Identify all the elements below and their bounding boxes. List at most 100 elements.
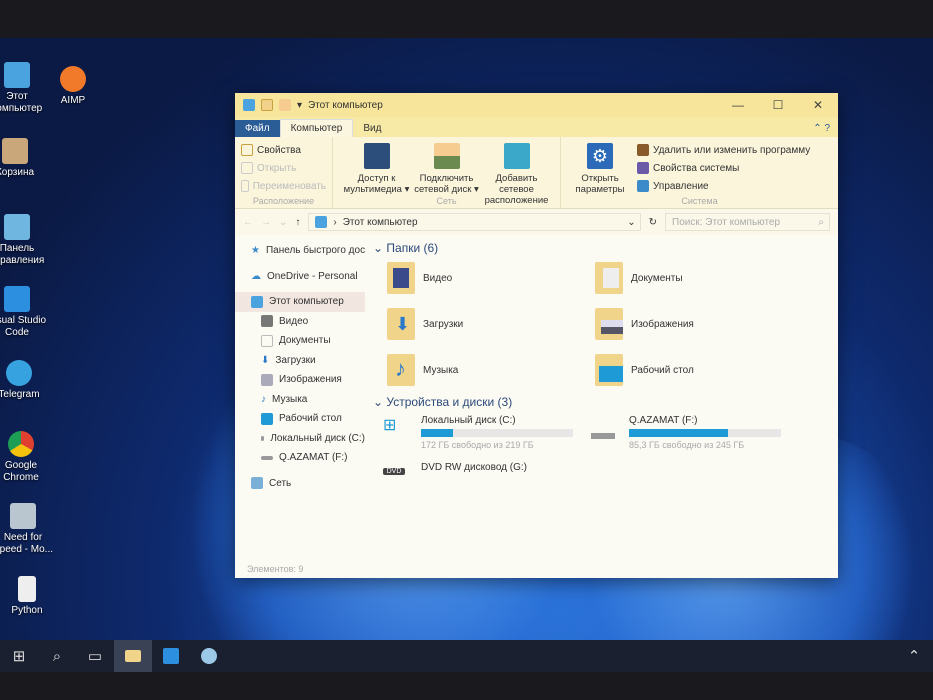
nav-pictures[interactable]: Изображения [235, 370, 365, 390]
nav-drive-f[interactable]: Q.AZAMAT (F:) [235, 448, 365, 468]
vscode-icon [163, 648, 179, 664]
nav-network[interactable]: Сеть [235, 474, 365, 494]
folder-downloads[interactable]: ⬇ Загрузки [387, 307, 595, 341]
media-icon [363, 143, 390, 169]
desktop-folder-icon [595, 354, 623, 386]
desktop-icon-recycle-bin[interactable]: Корзина [0, 138, 50, 179]
chevron-down-icon[interactable]: ⌄ [627, 217, 639, 228]
properties-quick-icon[interactable] [261, 99, 273, 111]
window-title: Этот компьютер [308, 99, 383, 111]
address-bar[interactable]: › Этот компьютер ⌄ [308, 213, 641, 231]
task-view-button[interactable]: ▭ [76, 640, 114, 672]
tab-file[interactable]: Файл [235, 120, 280, 137]
search-icon: ⌕ [818, 216, 824, 228]
title-bar[interactable]: ▾ Этот компьютер — ☐ ✕ [235, 93, 838, 117]
taskbar-vscode[interactable] [152, 640, 190, 672]
tray-chevron-up-icon[interactable]: ⌃ [895, 640, 933, 672]
pictures-folder-icon [595, 308, 623, 340]
system-properties-button[interactable]: Свойства системы [637, 159, 810, 177]
drives-header[interactable]: ⌄ Устройства и диски (3) [373, 395, 830, 409]
uninstall-icon [637, 144, 649, 156]
add-network-location-button[interactable]: Добавить сетевое расположение [484, 141, 550, 206]
folders-header[interactable]: ⌄ Папки (6) [373, 241, 830, 255]
folder-pictures[interactable]: Изображения [595, 307, 795, 341]
taskbar-app[interactable] [190, 640, 228, 672]
open-button[interactable]: Открыть [241, 159, 326, 177]
manage-button[interactable]: Управление [637, 177, 810, 195]
taskbar-file-explorer[interactable] [114, 640, 152, 672]
desktop: Этот компьютер AIMP Корзина Панель управ… [0, 38, 933, 672]
documents-folder-icon [595, 262, 623, 294]
nav-this-pc[interactable]: Этот компьютер [235, 292, 365, 312]
nav-music[interactable]: ♪ Музыка [235, 390, 365, 410]
ribbon: Свойства Открыть Переименовать Расположе… [235, 137, 838, 209]
drive-g[interactable]: DVD DVD RW дисковод (G:) [383, 462, 591, 475]
nav-videos[interactable]: Видео [235, 312, 365, 332]
desktop-icon-chrome[interactable]: Google Chrome [0, 431, 56, 484]
taskbar: ⊞ ⌕ ▭ ⌃ [0, 640, 933, 672]
maximize-button[interactable]: ☐ [758, 98, 798, 112]
nav-downloads[interactable]: ⬇ Загрузки [235, 351, 365, 371]
desktop-icon-python[interactable]: Python [0, 576, 62, 617]
recent-dropdown[interactable]: ⌄ [279, 217, 287, 228]
search-input[interactable]: Поиск: Этот компьютер ⌕ [665, 213, 830, 231]
tab-computer[interactable]: Компьютер [279, 119, 354, 137]
quick-access-dropdown-icon[interactable]: ▾ [297, 100, 302, 111]
drive-name: Q.AZAMAT (F:) [629, 415, 698, 426]
help-icon[interactable]: ⌃ ? [805, 123, 838, 137]
desktop-icon-telegram[interactable]: Telegram [0, 360, 54, 401]
rename-button[interactable]: Переименовать [241, 177, 326, 195]
music-folder-icon: ♪ [387, 354, 415, 386]
uninstall-program-button[interactable]: Удалить или изменить программу [637, 141, 810, 159]
downloads-folder-icon: ⬇ [387, 308, 415, 340]
nav-local-disk-c[interactable]: Локальный диск (C:) [235, 429, 365, 449]
start-button[interactable]: ⊞ [0, 640, 38, 672]
drives-list: ⊞ Локальный диск (C:) 172 ГБ свободно из … [373, 415, 830, 475]
folder-documents[interactable]: Документы [595, 261, 795, 295]
forward-button[interactable]: → [261, 217, 271, 228]
network-drive-icon [433, 143, 460, 169]
folder-videos[interactable]: Видео [387, 261, 595, 295]
tab-view[interactable]: Вид [353, 120, 391, 137]
status-bar-item-count: Элементов: 9 [247, 564, 304, 574]
map-network-drive-button[interactable]: Подключить сетевой диск ▾ [414, 141, 480, 204]
usage-bar [629, 429, 781, 437]
drive-free-space: 85,3 ГБ свободно из 245 ГБ [629, 440, 745, 450]
desktop-icon-aimp[interactable]: AIMP [38, 66, 108, 107]
back-button[interactable]: ← [243, 217, 253, 228]
address-bar-row: ← → ⌄ ↑ › Этот компьютер ⌄ ↻ Поиск: Этот… [235, 209, 838, 235]
content-pane: ⌄ Папки (6) Видео Документы ⬇ Загрузки Из… [365, 235, 838, 548]
folder-music[interactable]: ♪ Музыка [387, 353, 595, 387]
nav-quick-access[interactable]: ★Панель быстрого доступа [235, 241, 365, 261]
video-icon [261, 315, 273, 328]
computer-icon [243, 99, 255, 111]
open-settings-button[interactable]: ⚙ Открыть параметры [567, 141, 633, 204]
refresh-button[interactable]: ↻ [649, 217, 657, 228]
folder-desktop[interactable]: Рабочий стол [595, 353, 795, 387]
nav-documents[interactable]: Документы [235, 331, 365, 351]
nav-desktop[interactable]: Рабочий стол [235, 409, 365, 429]
search-button[interactable]: ⌕ [38, 640, 76, 672]
properties-button[interactable]: Свойства [241, 141, 326, 159]
desktop-icon-need-for-speed[interactable]: Need for Speed - Mo... [0, 503, 58, 556]
close-button[interactable]: ✕ [798, 98, 838, 112]
ribbon-group-system: ⚙ Открыть параметры Удалить или изменить … [561, 137, 838, 208]
open-icon [241, 162, 253, 174]
media-access-button[interactable]: Доступ к мультимедиа ▾ [344, 141, 410, 204]
drive-c[interactable]: ⊞ Локальный диск (C:) 172 ГБ свободно из … [383, 415, 591, 450]
nav-onedrive[interactable]: ☁ OneDrive - Personal [235, 267, 365, 287]
desktop-icon-vscode[interactable]: Visual Studio Code [0, 286, 52, 339]
gear-icon: ⚙ [587, 143, 613, 169]
minimize-button[interactable]: — [718, 98, 758, 112]
up-button[interactable]: ↑ [295, 217, 300, 228]
group-label-location: Расположение [252, 196, 315, 206]
manage-icon [637, 180, 649, 192]
video-folder-icon [387, 262, 415, 294]
folders-list: Видео Документы ⬇ Загрузки Изображения ♪ М… [373, 261, 830, 387]
drive-f[interactable]: Q.AZAMAT (F:) 85,3 ГБ свободно из 245 ГБ [591, 415, 791, 450]
properties-icon [241, 144, 253, 156]
new-folder-quick-icon[interactable] [279, 99, 291, 111]
computer-icon [315, 216, 328, 228]
group-label-system: Система [681, 196, 718, 206]
desktop-icon-control-panel[interactable]: Панель управления [0, 214, 52, 267]
